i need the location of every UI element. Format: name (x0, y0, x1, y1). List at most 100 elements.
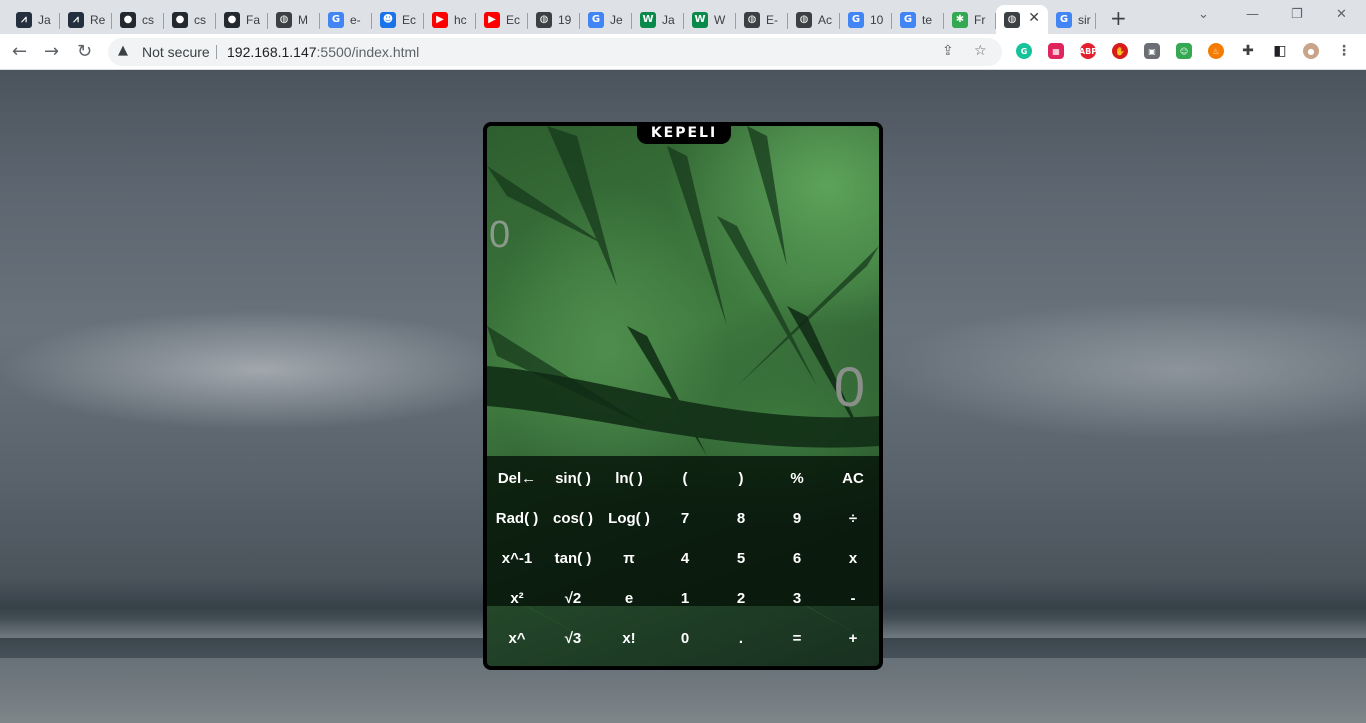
puzzle-icon: ✱ (952, 11, 968, 28)
browser-tab[interactable]: ● Fa (216, 5, 268, 34)
calc-key[interactable]: x^-1 (489, 538, 545, 578)
grammarly-extension-icon[interactable]: G (1016, 43, 1032, 59)
browser-tab[interactable]: ▶ hc (424, 5, 476, 34)
tab-title: Ja (38, 12, 51, 27)
calc-key[interactable]: x^ (489, 618, 545, 658)
warning-icon[interactable]: ▲ (118, 43, 128, 58)
url-text[interactable]: 192.168.1.147:5500/index.html (227, 44, 419, 60)
calc-key[interactable]: x (825, 538, 879, 578)
calc-key[interactable]: sin( ) (545, 458, 601, 498)
tab-title: cs (194, 12, 206, 27)
calc-key[interactable]: 3 (769, 578, 825, 618)
tab-title: hc (454, 12, 467, 27)
calc-key[interactable]: e (601, 578, 657, 618)
calc-key[interactable]: Del← (489, 458, 545, 498)
tab-title: 10 (870, 12, 884, 27)
reload-icon[interactable]: ↻ (77, 41, 92, 62)
share-icon[interactable]: ⇪ (942, 43, 954, 59)
tab-title: Je (610, 12, 623, 27)
calc-key[interactable]: 9 (769, 498, 825, 538)
bookmark-star-icon[interactable]: ☆ (974, 43, 987, 59)
calc-key[interactable]: = (769, 618, 825, 658)
calc-key[interactable]: ÷ (825, 498, 879, 538)
browser-tab[interactable]: ⩘ Re (60, 5, 112, 34)
calc-key[interactable]: Rad( ) (489, 498, 545, 538)
calc-key[interactable]: 0 (657, 618, 713, 658)
extensions-puzzle-icon[interactable]: ✚ (1240, 43, 1256, 59)
minimize-icon[interactable]: — (1246, 7, 1259, 22)
github-icon: ● (120, 11, 136, 28)
calc-key[interactable]: . (713, 618, 769, 658)
calc-key[interactable]: cos( ) (545, 498, 601, 538)
main-display: 0 (833, 355, 865, 418)
adblock-plus-icon[interactable]: ABP (1079, 43, 1097, 59)
side-panel-icon[interactable]: ◧ (1272, 43, 1288, 59)
calc-key[interactable]: 4 (657, 538, 713, 578)
security-label[interactable]: Not secure (142, 44, 210, 60)
tab-close-icon[interactable]: ✕ (1028, 10, 1040, 26)
browser-tab[interactable]: G 10 (840, 5, 892, 34)
user-icon: ☻ (380, 11, 396, 28)
browser-tab[interactable]: ◍ ✕ (996, 5, 1048, 34)
browser-tab[interactable]: ◍ Ac (788, 5, 840, 34)
browser-tab[interactable]: ◍ 19 (528, 5, 580, 34)
tab-search-icon[interactable]: ⌄ (1198, 7, 1209, 22)
calc-key[interactable]: - (825, 578, 879, 618)
restore-icon[interactable]: ❐ (1291, 7, 1303, 22)
back-icon[interactable]: ← (12, 41, 27, 62)
browser-tab[interactable]: ▶ Ec (476, 5, 528, 34)
youtube-icon: ▶ (432, 11, 448, 28)
browser-tab[interactable]: ✱ Fr (944, 5, 996, 34)
calc-key[interactable]: 7 (657, 498, 713, 538)
calc-key[interactable]: π (601, 538, 657, 578)
extension-icon[interactable]: ♨ (1208, 43, 1224, 59)
calc-key[interactable]: √3 (545, 618, 601, 658)
youtube-icon: ▶ (484, 11, 500, 28)
window-close-icon[interactable]: ✕ (1336, 7, 1347, 22)
globe-icon: ◍ (276, 11, 292, 28)
aws-icon: ⩘ (16, 11, 32, 28)
calc-key[interactable]: + (825, 618, 879, 658)
browser-tab[interactable]: G Je (580, 5, 632, 34)
tab-title: Ec (402, 12, 417, 27)
calc-key[interactable]: ) (713, 458, 769, 498)
browser-tab[interactable]: ⩘ Ja (8, 5, 60, 34)
browser-tab[interactable]: WW (684, 5, 736, 34)
browser-tab[interactable]: ● cs (112, 5, 164, 34)
address-bar[interactable]: ▲ Not secure 192.168.1.147:5500/index.ht… (108, 38, 1002, 66)
browser-tab[interactable]: Ge- (320, 5, 372, 34)
extension-icon[interactable]: ✋ (1112, 43, 1128, 59)
calc-key[interactable]: Log( ) (601, 498, 657, 538)
calc-key[interactable]: √2 (545, 578, 601, 618)
calc-key[interactable]: ln( ) (601, 458, 657, 498)
browser-tab[interactable]: Gsir (1048, 5, 1096, 34)
tab-title: Ac (818, 12, 833, 27)
profile-avatar[interactable]: ● (1303, 43, 1319, 59)
calc-key[interactable]: x! (601, 618, 657, 658)
browser-tab[interactable]: ◍ E- (736, 5, 788, 34)
calc-key[interactable]: ( (657, 458, 713, 498)
tab-title: e- (350, 12, 361, 27)
calc-key[interactable]: tan( ) (545, 538, 601, 578)
calc-key[interactable]: x² (489, 578, 545, 618)
calc-key[interactable]: % (769, 458, 825, 498)
browser-tab[interactable]: ● cs (164, 5, 216, 34)
menu-kebab-icon[interactable]: ⋮ (1336, 43, 1352, 59)
tab-title: E- (766, 12, 778, 27)
browser-tab[interactable]: Gte (892, 5, 944, 34)
browser-tab[interactable]: W Ja (632, 5, 684, 34)
calc-key[interactable]: 1 (657, 578, 713, 618)
github-icon: ● (224, 11, 240, 28)
forward-icon[interactable]: → (44, 41, 59, 62)
browser-tab[interactable]: ◍ M (268, 5, 320, 34)
extension-icon[interactable]: ▣ (1144, 43, 1160, 59)
calc-key[interactable]: AC (825, 458, 879, 498)
extension-icon[interactable]: ▦ (1048, 43, 1064, 59)
calc-key[interactable]: 6 (769, 538, 825, 578)
calc-key[interactable]: 8 (713, 498, 769, 538)
extension-icon[interactable]: ☺ (1176, 43, 1192, 59)
calc-key[interactable]: 2 (713, 578, 769, 618)
new-tab-button[interactable]: + (1110, 6, 1127, 30)
browser-tab[interactable]: ☻ Ec (372, 5, 424, 34)
calc-key[interactable]: 5 (713, 538, 769, 578)
